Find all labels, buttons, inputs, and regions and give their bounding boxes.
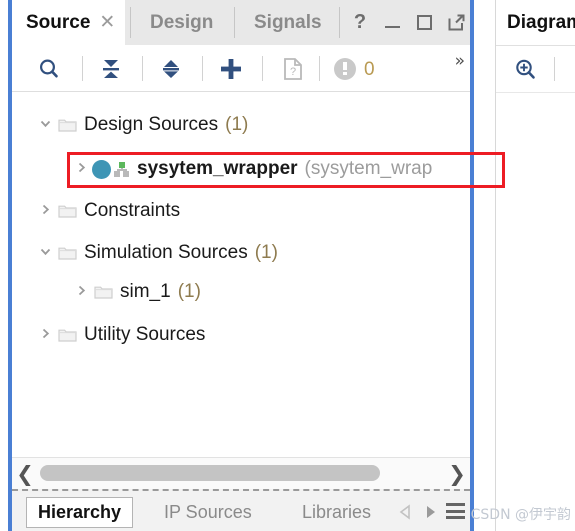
maximize-icon[interactable] (410, 0, 438, 45)
scrollbar-track[interactable] (38, 458, 444, 489)
bottom-tab-ip-sources[interactable]: IP Sources (164, 497, 252, 528)
watermark: CSDN @伊宇韵 (470, 507, 571, 523)
scroll-left-arrow-icon[interactable]: ❮ (12, 458, 38, 489)
report-icon[interactable]: ? (274, 50, 312, 87)
sources-toolbar: ? 0 » (12, 45, 470, 92)
highlight-box-sysytem-wrapper (67, 152, 505, 188)
help-icon[interactable]: ? (346, 0, 374, 45)
zoom-in-icon[interactable] (508, 52, 542, 86)
collapse-all-icon[interactable] (92, 50, 130, 87)
bottom-tab-label: Hierarchy (38, 502, 122, 522)
folder-icon (56, 327, 78, 343)
tree-row-utility-sources[interactable]: Utility Sources (34, 318, 212, 352)
scrollbar-thumb[interactable] (40, 465, 380, 481)
diagram-panel: Diagram (495, 0, 575, 531)
add-glyph (221, 58, 241, 79)
sources-tree[interactable]: Design Sources (1) sysytem_wrapper (sysy… (12, 92, 470, 456)
chevron-right-icon[interactable] (34, 203, 56, 219)
toolbar-divider-3 (202, 56, 203, 81)
tree-count: (1) (177, 281, 201, 302)
tab-source-label: Source (26, 11, 91, 33)
maximize-glyph (416, 15, 432, 30)
tree-row-sim-1[interactable]: sim_1 (1) (70, 275, 201, 309)
bottom-prev-arrow-icon[interactable] (395, 501, 415, 523)
bottom-tabbar: Hierarchy IP Sources Libraries (12, 489, 470, 531)
panel-tabbar: Source ✕ Design Signals ? (12, 0, 470, 45)
toolbar-divider-4 (262, 56, 263, 81)
report-glyph: ? (284, 57, 302, 80)
bottom-tab-hierarchy[interactable]: Hierarchy (26, 497, 134, 528)
float-glyph (448, 14, 464, 31)
diagram-toolbar (496, 46, 575, 93)
help-glyph: ? (353, 11, 367, 33)
tab-signals[interactable]: Signals (240, 0, 336, 45)
prev-glyph (399, 504, 410, 520)
expand-all-glyph (163, 59, 179, 78)
bottom-tab-libraries[interactable]: Libraries (302, 497, 371, 528)
bottom-tab-label: IP Sources (164, 502, 252, 522)
tree-label: Utility Sources (84, 324, 206, 345)
search-icon[interactable] (30, 50, 68, 87)
tree-count: (1) (254, 242, 278, 263)
add-sources-icon[interactable] (212, 50, 250, 87)
tree-row-design-sources[interactable]: Design Sources (1) (34, 108, 248, 142)
toolbar-divider-1 (82, 56, 83, 81)
overflow-chevron-icon[interactable]: » (455, 51, 466, 71)
tab-divider-3 (339, 7, 340, 38)
toolbar-divider-2 (142, 56, 143, 81)
expand-all-icon[interactable] (152, 50, 190, 87)
svg-text:?: ? (290, 66, 296, 78)
bottom-next-arrow-icon[interactable] (421, 501, 441, 523)
folder-icon (92, 284, 114, 300)
chevron-down-icon[interactable] (34, 245, 56, 261)
minimize-glyph (384, 26, 400, 28)
minimize-icon[interactable] (378, 0, 406, 45)
diagram-toolbar-divider (554, 57, 555, 81)
tab-source[interactable]: Source ✕ (12, 0, 126, 45)
horizontal-scrollbar[interactable]: ❮ ❯ (12, 457, 470, 489)
tree-label: Constraints (84, 200, 181, 221)
tree-count: (1) (225, 114, 249, 135)
chevron-right-icon[interactable] (34, 327, 56, 343)
menu-icon[interactable] (446, 503, 465, 519)
collapse-all-glyph (103, 59, 119, 78)
folder-icon (56, 203, 78, 219)
chevron-right-icon[interactable] (70, 284, 92, 300)
zoom-in-glyph (515, 59, 535, 79)
float-icon[interactable] (442, 0, 470, 45)
diagram-canvas[interactable] (496, 93, 575, 531)
chevron-down-icon[interactable] (34, 117, 56, 133)
tab-design-label: Design (150, 11, 214, 33)
sources-panel: Source ✕ Design Signals ? ? 0 » Design S… (8, 0, 505, 531)
app-window: Source ✕ Design Signals ? ? 0 » Design S… (0, 0, 575, 531)
tab-divider-2 (234, 7, 235, 38)
tree-label: Design Sources (84, 114, 219, 135)
tree-row-constraints[interactable]: Constraints (34, 194, 187, 228)
close-icon[interactable]: ✕ (99, 13, 115, 32)
menu-bar (446, 503, 465, 506)
left-gutter (0, 0, 8, 531)
diagram-tabbar[interactable]: Diagram (496, 0, 575, 46)
tab-design[interactable]: Design (136, 0, 227, 45)
tree-label: sim_1 (120, 281, 171, 302)
folder-icon (56, 117, 78, 133)
status-circle-icon (330, 50, 360, 87)
folder-icon (56, 245, 78, 261)
status-count: 0 (364, 59, 375, 80)
tab-signals-label: Signals (254, 11, 322, 33)
menu-bar (446, 516, 465, 519)
search-glyph (39, 58, 58, 77)
toolbar-divider-5 (319, 56, 320, 81)
menu-bar (446, 509, 465, 513)
tab-divider-1 (130, 7, 131, 38)
bottom-tab-label: Libraries (302, 502, 372, 522)
next-glyph (427, 506, 435, 518)
tree-label: Simulation Sources (84, 242, 248, 263)
diagram-tab-label: Diagram (507, 11, 575, 33)
status-circle-glyph (334, 57, 356, 80)
scroll-right-arrow-icon[interactable]: ❯ (444, 458, 470, 489)
tree-row-simulation-sources[interactable]: Simulation Sources (1) (34, 236, 278, 270)
